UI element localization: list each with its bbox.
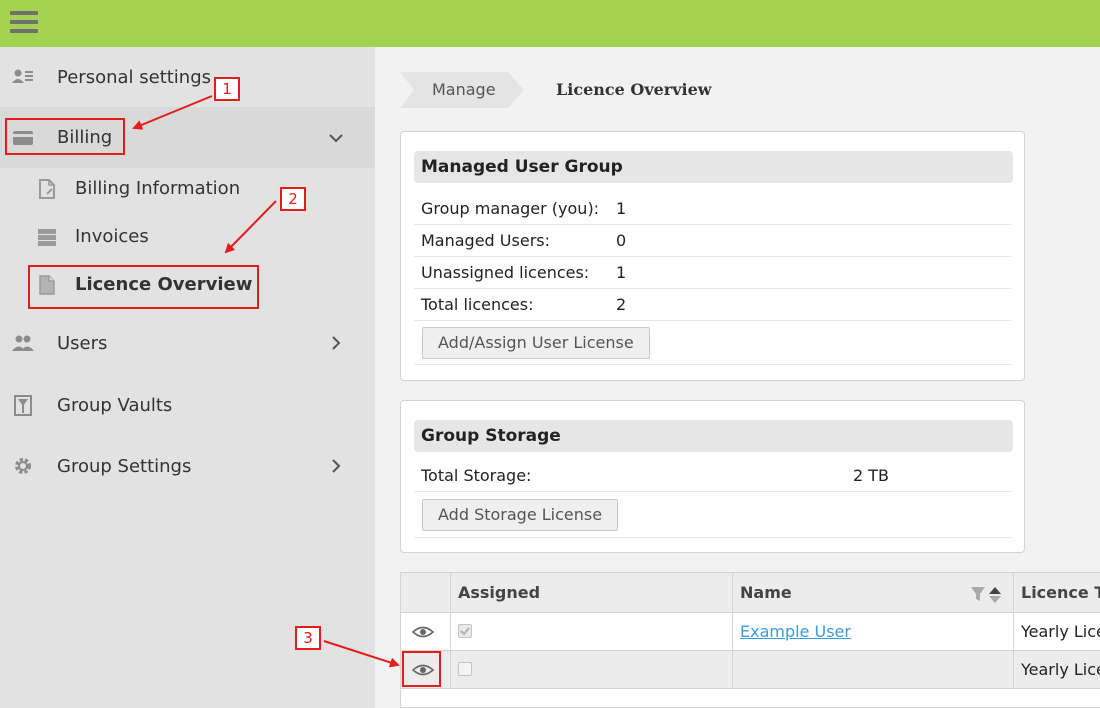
column-header-assigned[interactable]: Assigned: [451, 573, 733, 612]
user-name-link[interactable]: Example User: [740, 622, 851, 641]
column-header-name[interactable]: Name: [733, 573, 1014, 612]
column-header-view: [401, 573, 451, 612]
info-row: Managed Users: 0: [414, 225, 1011, 257]
panel-title: Group Storage: [414, 420, 1013, 452]
view-cell: [401, 613, 451, 650]
add-storage-license-button[interactable]: Add Storage License: [422, 499, 619, 531]
users-icon: [12, 332, 34, 354]
vault-icon: [12, 394, 34, 416]
hamburger-menu-icon[interactable]: [10, 11, 38, 35]
gear-icon: [12, 455, 34, 477]
row-value: 0: [616, 231, 627, 250]
sidebar-item-users[interactable]: Users: [0, 313, 375, 373]
add-assign-user-license-button[interactable]: Add/Assign User License: [422, 327, 650, 359]
table-row: Example User Yearly Licence: [401, 613, 1100, 651]
info-row: Group manager (you): 1: [414, 193, 1011, 225]
licence-grid: Assigned Name Licence Type Example User …: [400, 572, 1100, 708]
person-card-icon: [12, 66, 34, 88]
sidebar-item-group-settings[interactable]: Group Settings: [0, 436, 375, 496]
document-edit-icon: [39, 179, 55, 199]
sidebar-item-label: Group Settings: [57, 455, 192, 477]
chevron-right-icon[interactable]: [326, 333, 346, 353]
annotation-box-view-row: [402, 651, 441, 687]
row-value: 1: [616, 199, 627, 218]
sidebar-item-personal-settings[interactable]: Personal settings: [0, 47, 375, 107]
sidebar-item-label: Billing Information: [75, 178, 241, 199]
chevron-right-icon[interactable]: [326, 456, 346, 476]
eye-icon[interactable]: [412, 626, 434, 638]
annotation-number-1: 1: [214, 77, 240, 101]
column-header-licence-type[interactable]: Licence Type: [1014, 573, 1100, 612]
row-label: Total Storage:: [421, 466, 532, 485]
licence-type-cell: Yearly Licence: [1021, 622, 1100, 641]
assigned-checkbox[interactable]: [458, 624, 472, 638]
check-icon: [460, 627, 470, 636]
filter-sort-icon[interactable]: [969, 585, 1007, 603]
row-value: 1: [616, 263, 627, 282]
sidebar-item-group-vaults[interactable]: Group Vaults: [0, 375, 375, 435]
name-cell: [733, 651, 1014, 688]
annotation-number-3: 3: [295, 626, 321, 650]
info-row: Total Storage: 2 TB: [414, 460, 1011, 492]
stack-icon: [38, 229, 56, 246]
row-label: Unassigned licences:: [421, 263, 590, 282]
info-row: Unassigned licences: 1: [414, 257, 1011, 289]
annotation-box-licence-overview: [28, 265, 259, 309]
group-storage-panel: Group Storage Total Storage: 2 TB Add St…: [400, 400, 1025, 553]
row-label: Group manager (you):: [421, 199, 600, 218]
sidebar-item-label: Group Vaults: [57, 394, 173, 416]
table-row: Yearly Licence: [401, 651, 1100, 689]
assigned-cell: [451, 651, 733, 688]
row-label: Total licences:: [421, 295, 534, 314]
licence-type-cell: Yearly Licence: [1021, 660, 1100, 679]
assigned-checkbox[interactable]: [458, 662, 472, 676]
sidebar-item-label: Users: [57, 332, 108, 354]
column-header-label: Name: [740, 583, 792, 602]
breadcrumb-manage[interactable]: Manage: [400, 72, 524, 108]
managed-user-group-panel: Managed User Group Group manager (you): …: [400, 131, 1025, 381]
sidebar-item-label: Personal settings: [57, 66, 212, 88]
assigned-cell: [451, 613, 733, 650]
panel-title: Managed User Group: [414, 151, 1013, 183]
row-value: 2: [616, 295, 627, 314]
row-label: Managed Users:: [421, 231, 550, 250]
row-value: 2 TB: [853, 466, 890, 485]
annotation-box-billing: [5, 118, 125, 155]
top-bar: [0, 0, 1100, 47]
info-row: Total licences: 2: [414, 289, 1011, 321]
annotation-number-2: 2: [280, 187, 306, 211]
name-cell: Example User: [733, 613, 1014, 650]
grid-header: Assigned Name Licence Type: [401, 573, 1100, 613]
page-title: Licence Overview: [556, 80, 712, 99]
sidebar-item-label: Invoices: [75, 226, 149, 247]
chevron-down-icon[interactable]: [326, 128, 346, 148]
